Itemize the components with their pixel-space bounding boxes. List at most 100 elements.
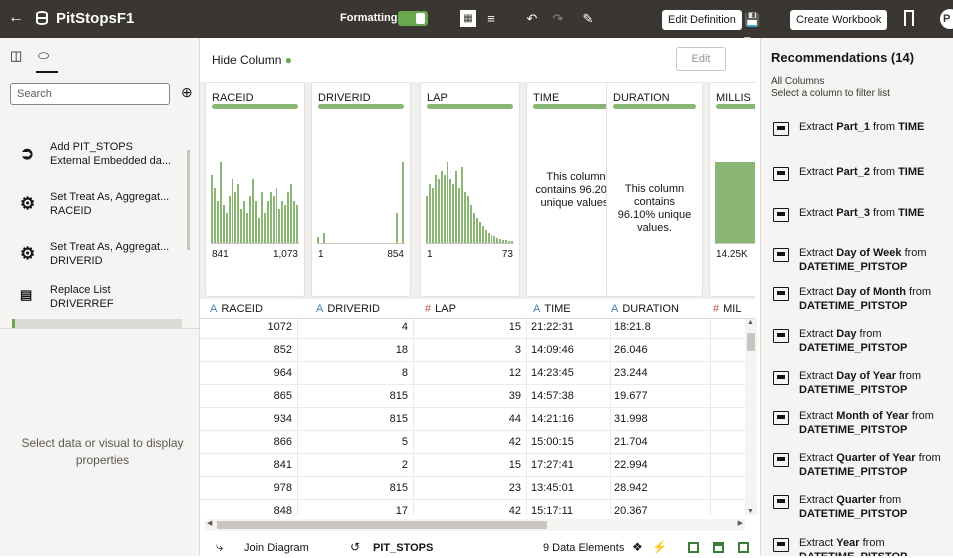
table-cell[interactable]: 815 bbox=[306, 477, 408, 500]
table-cell[interactable]: 15:00:15 bbox=[531, 431, 609, 454]
save-dropdown-icon[interactable]: 💾▾ bbox=[738, 10, 766, 47]
edit-button[interactable]: Edit bbox=[676, 47, 726, 71]
table-cell[interactable]: 15 bbox=[415, 454, 521, 477]
table-row[interactable]: 934 815 44 14:21:16 31.998 bbox=[200, 408, 745, 431]
list-view-icon[interactable]: ≡ bbox=[483, 10, 499, 27]
table-row[interactable]: 1072 4 15 21:22:31 18:21.8 bbox=[200, 319, 745, 339]
table-cell[interactable]: 28.942 bbox=[614, 477, 709, 500]
paint-icon[interactable]: ❖ bbox=[632, 540, 643, 554]
preparation-steps-tab-icon[interactable]: ⬭ bbox=[38, 48, 49, 64]
table-cell[interactable]: 19.677 bbox=[614, 385, 709, 408]
table-cell[interactable]: 23 bbox=[415, 477, 521, 500]
scroll-down-icon[interactable]: ▼ bbox=[747, 508, 754, 515]
table-cell[interactable]: 964 bbox=[200, 362, 292, 385]
profile-card-millis[interactable]: MILLIS 14.25K bbox=[709, 82, 755, 297]
table-cell[interactable]: 841 bbox=[200, 454, 292, 477]
join-diagram-tab[interactable]: Join Diagram bbox=[244, 542, 309, 554]
table-cell[interactable]: 2 bbox=[306, 454, 408, 477]
table-cell[interactable]: 31.998 bbox=[614, 408, 709, 431]
table-cell[interactable]: 5 bbox=[306, 431, 408, 454]
table-cell[interactable]: 15:17:11 bbox=[531, 500, 609, 515]
step-set-treat-raceid[interactable]: ⚙ Set Treat As, Aggregat... RACEID bbox=[0, 182, 190, 232]
scroll-right-icon[interactable]: ▶ bbox=[738, 519, 743, 527]
back-arrow-icon[interactable]: ← bbox=[8, 10, 24, 26]
table-cell[interactable]: 21:22:31 bbox=[531, 319, 609, 339]
column-header-driverid[interactable]: A DRIVERID bbox=[316, 299, 416, 319]
table-cell[interactable]: 865 bbox=[200, 385, 292, 408]
table-row[interactable]: 978 815 23 13:45:01 28.942 bbox=[200, 477, 745, 500]
scroll-up-icon[interactable]: ▲ bbox=[747, 319, 754, 326]
table-cell[interactable]: 815 bbox=[306, 408, 408, 431]
table-cell[interactable]: 12 bbox=[415, 362, 521, 385]
layout-top-icon[interactable] bbox=[713, 542, 724, 553]
table-cell[interactable]: 42 bbox=[415, 431, 521, 454]
table-cell[interactable]: 18:21.8 bbox=[614, 319, 709, 339]
table-row[interactable]: 866 5 42 15:00:15 21.704 bbox=[200, 431, 745, 454]
table-cell[interactable]: 26.046 bbox=[614, 339, 709, 362]
table-cell[interactable]: 21.704 bbox=[614, 431, 709, 454]
profile-card-driverid[interactable]: DRIVERID 1 854 bbox=[311, 82, 411, 297]
table-cell[interactable]: 866 bbox=[200, 431, 292, 454]
table-cell[interactable]: 39 bbox=[415, 385, 521, 408]
bookmark-icon[interactable] bbox=[904, 10, 914, 26]
add-step-icon[interactable]: ⊕ bbox=[181, 84, 193, 101]
table-cell[interactable]: 934 bbox=[200, 408, 292, 431]
table-cell[interactable]: 852 bbox=[200, 339, 292, 362]
steps-scrollbar[interactable] bbox=[187, 150, 190, 250]
table-cell[interactable]: 44 bbox=[415, 408, 521, 431]
table-cell[interactable]: 14:57:38 bbox=[531, 385, 609, 408]
table-cell[interactable]: 4 bbox=[306, 319, 408, 339]
layout-left-icon[interactable] bbox=[688, 542, 699, 553]
table-cell[interactable]: 42 bbox=[415, 500, 521, 515]
table-row[interactable]: 848 17 42 15:17:11 20.367 bbox=[200, 500, 745, 515]
table-row[interactable]: 841 2 15 17:27:41 22.994 bbox=[200, 454, 745, 477]
edit-script-icon[interactable]: ✎ bbox=[580, 10, 596, 27]
table-cell[interactable]: 17:27:41 bbox=[531, 454, 609, 477]
profile-card-duration[interactable]: DURATION This column contains 96.10% uni… bbox=[606, 82, 703, 297]
data-tab-icon[interactable]: ◫ bbox=[10, 48, 22, 64]
column-header-lap[interactable]: # LAP bbox=[425, 299, 525, 319]
table-cell[interactable]: 20.367 bbox=[614, 500, 709, 515]
table-cell[interactable]: 23.244 bbox=[614, 362, 709, 385]
column-header-duration[interactable]: A DURATION bbox=[611, 299, 706, 319]
table-row[interactable]: 865 815 39 14:57:38 19.677 bbox=[200, 385, 745, 408]
scroll-thumb[interactable] bbox=[217, 521, 547, 529]
avatar[interactable]: P bbox=[940, 9, 953, 29]
layout-right-icon[interactable] bbox=[738, 542, 749, 553]
column-header-time[interactable]: A TIME bbox=[533, 299, 613, 319]
step-add-data[interactable]: ➲ Add PIT_STOPS External Embedded da... bbox=[0, 132, 190, 182]
search-input[interactable]: Search bbox=[10, 83, 170, 105]
table-cell[interactable]: 815 bbox=[306, 385, 408, 408]
table-cell[interactable]: 14:23:45 bbox=[531, 362, 609, 385]
horizontal-scrollbar[interactable]: ◀ ▶ bbox=[205, 519, 745, 531]
table-cell[interactable]: 14:09:46 bbox=[531, 339, 609, 362]
table-cell[interactable]: 8 bbox=[306, 362, 408, 385]
edit-definition-button[interactable]: Edit Definition bbox=[662, 10, 742, 30]
dataset-tab[interactable]: PIT_STOPS bbox=[373, 542, 433, 554]
redo-icon[interactable]: ↷ bbox=[550, 10, 566, 27]
table-cell[interactable]: 848 bbox=[200, 500, 292, 515]
scroll-left-icon[interactable]: ◀ bbox=[207, 519, 212, 527]
grid-view-icon[interactable]: ▦ bbox=[460, 10, 476, 27]
profile-card-lap[interactable]: LAP 1 73 bbox=[420, 82, 520, 297]
vertical-scrollbar[interactable]: ▲ ▼ bbox=[745, 319, 757, 515]
table-cell[interactable]: 18 bbox=[306, 339, 408, 362]
table-row[interactable]: 852 18 3 14:09:46 26.046 bbox=[200, 339, 745, 362]
formatting-toggle[interactable] bbox=[398, 11, 428, 26]
undo-icon[interactable]: ↶ bbox=[524, 10, 540, 27]
table-cell[interactable]: 15 bbox=[415, 319, 521, 339]
column-header-millis[interactable]: # MIL bbox=[713, 299, 753, 319]
table-row[interactable]: 964 8 12 14:23:45 23.244 bbox=[200, 362, 745, 385]
table-cell[interactable]: 17 bbox=[306, 500, 408, 515]
table-cell[interactable]: 22.994 bbox=[614, 454, 709, 477]
step-replace-list[interactable]: ▤ Replace List DRIVERREF bbox=[0, 275, 190, 325]
table-cell[interactable]: 14:21:16 bbox=[531, 408, 609, 431]
create-workbook-button[interactable]: Create Workbook bbox=[790, 10, 888, 30]
scroll-thumb[interactable] bbox=[747, 333, 755, 351]
table-cell[interactable]: 978 bbox=[200, 477, 292, 500]
table-cell[interactable]: 13:45:01 bbox=[531, 477, 609, 500]
join-diagram-icon[interactable]: ⤷ bbox=[216, 539, 223, 555]
table-cell[interactable]: 3 bbox=[415, 339, 521, 362]
hide-column-menu[interactable]: Hide Column ● bbox=[212, 53, 292, 67]
profile-card-raceid[interactable]: RACEID 841 1,073 bbox=[205, 82, 305, 297]
